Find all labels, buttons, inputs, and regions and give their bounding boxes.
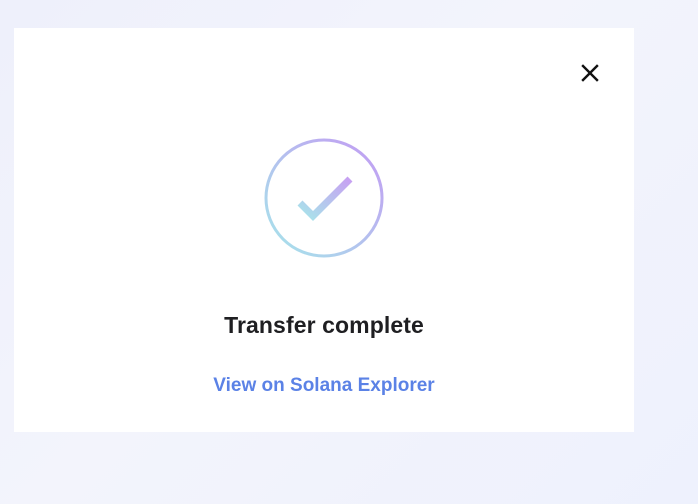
close-icon	[580, 63, 600, 83]
checkmark-circle-icon	[262, 136, 386, 260]
transfer-complete-dialog: Transfer complete View on Solana Explore…	[14, 28, 634, 432]
view-on-explorer-link[interactable]: View on Solana Explorer	[14, 373, 634, 399]
close-button[interactable]	[580, 63, 600, 83]
dialog-title: Transfer complete	[224, 312, 424, 338]
